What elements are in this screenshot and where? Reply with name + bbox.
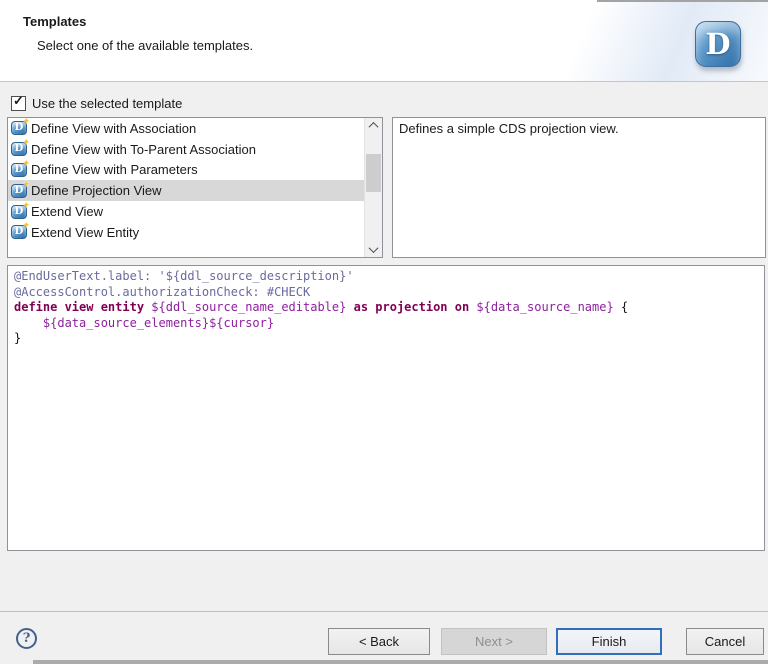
scroll-down-button[interactable]: [365, 242, 382, 257]
next-button: Next >: [441, 628, 547, 655]
use-template-label[interactable]: Use the selected template: [32, 96, 182, 111]
template-item-label: Define View with Association: [31, 121, 196, 136]
code-line: define view entity ${ddl_source_name_edi…: [14, 300, 758, 316]
code-line: @EndUserText.label: '${ddl_source_descri…: [14, 269, 758, 285]
new-star-icon: ✦: [22, 159, 30, 168]
code-line: ${data_source_elements}${cursor}: [14, 316, 758, 332]
template-list[interactable]: D✦ Define View with Association D✦ Define V…: [7, 117, 383, 258]
cancel-button[interactable]: Cancel: [686, 628, 764, 655]
scrollbar-thumb[interactable]: [366, 154, 381, 192]
template-description-panel: Defines a simple CDS projection view.: [392, 117, 766, 258]
template-list-item[interactable]: D✦ Extend View: [8, 201, 382, 222]
page-title: Templates: [23, 14, 86, 29]
template-list-scrollbar[interactable]: [364, 118, 382, 257]
template-description-text: Defines a simple CDS projection view.: [399, 121, 619, 136]
template-list-item[interactable]: D✦ Define View with Association: [8, 118, 382, 139]
new-star-icon: ✦: [22, 201, 30, 210]
template-preview[interactable]: @EndUserText.label: '${ddl_source_descri…: [7, 265, 765, 551]
ddl-template-icon: D✦: [11, 225, 27, 239]
template-list-rows: D✦ Define View with Association D✦ Define V…: [8, 118, 382, 243]
footer-separator: [0, 611, 768, 612]
template-list-item[interactable]: D✦ Define View with Parameters: [8, 160, 382, 181]
page-subtitle: Select one of the available templates.: [37, 38, 253, 53]
template-item-label: Extend View: [31, 204, 103, 219]
new-star-icon: ✦: [22, 117, 30, 126]
window-bottom-edge: [33, 660, 768, 664]
template-item-label: Define View with Parameters: [31, 162, 198, 177]
template-item-label: Define Projection View: [31, 183, 162, 198]
finish-button[interactable]: Finish: [556, 628, 662, 655]
help-label: ?: [23, 631, 31, 646]
template-list-item[interactable]: D✦ Extend View Entity: [8, 222, 382, 243]
template-list-item[interactable]: D✦ Define View with To-Parent Association: [8, 139, 382, 160]
new-star-icon: ✦: [22, 180, 30, 189]
ddl-template-icon: D✦: [11, 205, 27, 219]
code-line: }: [14, 331, 758, 347]
chevron-up-icon: [369, 122, 379, 132]
new-star-icon: ✦: [22, 138, 30, 147]
ddl-template-icon: D✦: [11, 121, 27, 135]
use-template-row: ✓ Use the selected template: [11, 95, 182, 111]
checkmark-icon: ✓: [13, 94, 24, 107]
ddl-template-icon: D✦: [11, 163, 27, 177]
chevron-down-icon: [369, 243, 379, 253]
help-button[interactable]: ?: [16, 628, 37, 649]
ddl-source-icon: D: [695, 21, 741, 67]
use-template-checkbox[interactable]: ✓: [11, 96, 26, 111]
template-item-label: Define View with To-Parent Association: [31, 142, 256, 157]
ddl-template-icon: D✦: [11, 184, 27, 198]
template-list-item[interactable]: D✦ Define Projection View: [8, 180, 382, 201]
code-line: @AccessControl.authorizationCheck: #CHEC…: [14, 285, 758, 301]
window-top-edge: [597, 0, 768, 2]
ddl-template-icon: D✦: [11, 142, 27, 156]
wizard-banner: Templates Select one of the available te…: [0, 0, 768, 81]
scroll-up-button[interactable]: [365, 118, 382, 133]
back-button[interactable]: < Back: [328, 628, 430, 655]
new-star-icon: ✦: [22, 221, 30, 230]
new-ddl-source-wizard-templates-page: Templates Select one of the available te…: [0, 0, 768, 664]
template-item-label: Extend View Entity: [31, 225, 139, 240]
banner-separator: [0, 81, 768, 82]
